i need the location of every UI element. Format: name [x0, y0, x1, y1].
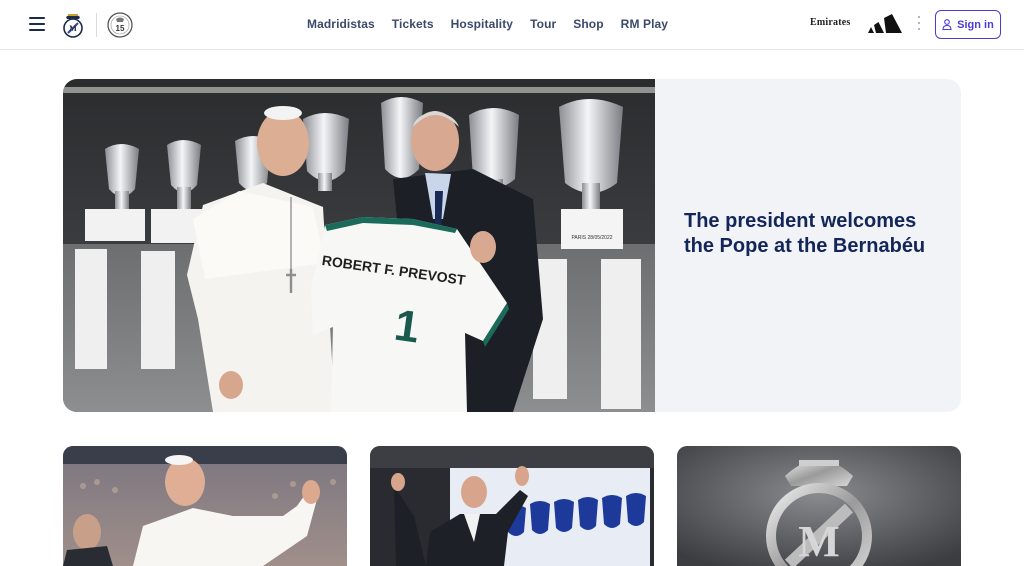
sign-in-label: Sign in [957, 18, 994, 31]
hamburger-icon[interactable] [29, 17, 45, 31]
svg-text:M: M [69, 24, 77, 33]
plaque-text: PARIS 28/05/2022 [571, 235, 612, 241]
nav-rm-play[interactable]: RM Play [621, 17, 668, 31]
fifteen-trophies-badge[interactable]: 15 [107, 12, 133, 38]
svg-text:M: M [798, 517, 840, 566]
real-madrid-crest[interactable]: M [62, 11, 84, 39]
user-icon [942, 19, 952, 30]
site-header: M 15 Madridistas Tickets Hospitality Tou… [0, 0, 1024, 50]
emirates-logo[interactable]: Emirates [810, 17, 850, 28]
card-image-president-waving [370, 446, 654, 566]
card-image-pope-waving [63, 446, 347, 566]
news-card-crest[interactable]: M [677, 446, 961, 566]
nav-madridistas[interactable]: Madridistas [307, 17, 375, 31]
nav-tickets[interactable]: Tickets [392, 17, 434, 31]
adidas-logo[interactable] [868, 13, 902, 33]
sign-in-button[interactable]: Sign in [935, 10, 1001, 39]
nav-shop[interactable]: Shop [573, 17, 603, 31]
logo-divider [96, 13, 97, 37]
news-card-pope-stadium[interactable] [63, 446, 347, 566]
hero-news-card[interactable]: PARIS 28/05/2022 ROBERT F. PREVOST 1 The… [63, 79, 961, 412]
badge-number: 15 [116, 24, 125, 33]
kebab-menu-icon[interactable] [917, 16, 921, 32]
hero-title[interactable]: The president welcomes the Pope at the B… [684, 209, 944, 259]
card-image-crest: M [677, 446, 961, 566]
nav-tour[interactable]: Tour [530, 17, 556, 31]
hero-image: PARIS 28/05/2022 ROBERT F. PREVOST 1 [63, 79, 655, 412]
main-nav: Madridistas Tickets Hospitality Tour Sho… [307, 17, 685, 31]
news-card-president-trophies[interactable] [370, 446, 654, 566]
nav-hospitality[interactable]: Hospitality [451, 17, 513, 31]
